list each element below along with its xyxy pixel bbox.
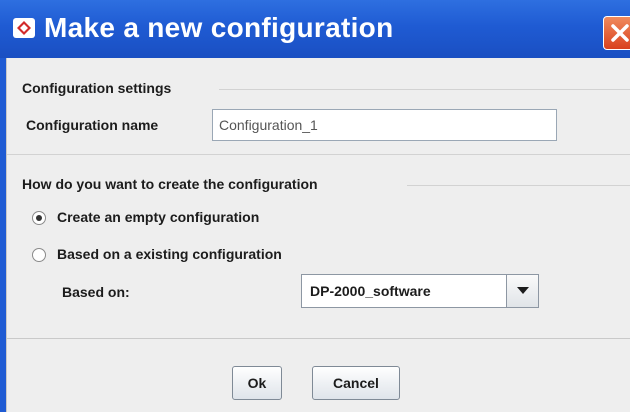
existing-configuration-label[interactable]: Based on a existing configuration xyxy=(57,246,282,262)
section-divider xyxy=(7,154,630,155)
close-button[interactable] xyxy=(603,16,630,50)
settings-group-heading: Configuration settings xyxy=(22,80,172,96)
based-on-selected-value: DP-2000_software xyxy=(310,283,431,299)
settings-group-divider xyxy=(219,89,630,90)
chevron-down-icon xyxy=(517,287,529,294)
window-title: Make a new configuration xyxy=(44,12,394,43)
creation-group-divider xyxy=(407,185,630,186)
button-area-divider xyxy=(7,338,630,339)
creation-group-heading: How do you want to create the configurat… xyxy=(22,176,318,192)
configuration-name-label: Configuration name xyxy=(26,117,159,133)
ok-button[interactable]: Ok xyxy=(232,366,282,400)
configuration-name-input[interactable] xyxy=(212,109,557,141)
based-on-label: Based on: xyxy=(62,284,130,300)
existing-configuration-radio[interactable] xyxy=(32,248,46,262)
empty-configuration-radio[interactable] xyxy=(32,211,46,225)
based-on-dropdown[interactable]: DP-2000_software xyxy=(301,274,539,308)
dropdown-arrow-button[interactable] xyxy=(506,275,538,307)
dialog-body: Configuration settings Configuration nam… xyxy=(6,58,630,412)
cancel-button[interactable]: Cancel xyxy=(312,366,400,400)
dialog-window: Make a new configuration Configuration s… xyxy=(0,0,630,412)
app-icon xyxy=(12,17,36,39)
empty-configuration-label[interactable]: Create an empty configuration xyxy=(57,209,259,225)
close-icon xyxy=(611,24,629,42)
title-bar[interactable]: Make a new configuration xyxy=(0,0,630,58)
